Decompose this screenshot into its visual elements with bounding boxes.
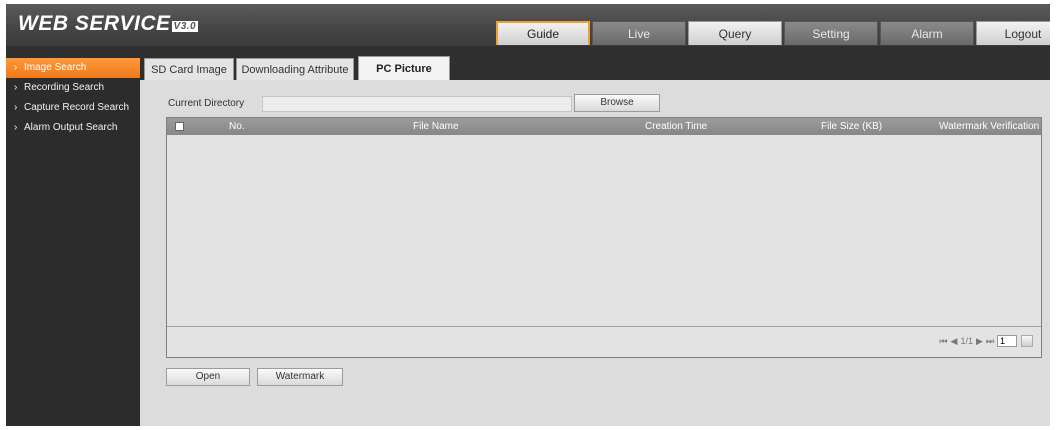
nav-guide[interactable]: Guide	[496, 21, 590, 45]
app-header: WEB SERVICE V3.0 Guide Live Query Setting…	[6, 4, 1050, 46]
sidebar-item-recording-search[interactable]: › Recording Search	[6, 78, 140, 98]
col-file-name: File Name	[413, 121, 459, 132]
open-button[interactable]: Open	[166, 368, 250, 386]
next-page-icon[interactable]: ▶	[976, 336, 983, 347]
sidebar-item-label: Recording Search	[24, 82, 105, 93]
select-all-checkbox[interactable]	[175, 122, 184, 131]
table-footer: ⏮ ◀ 1/1 ▶ ⏭	[167, 326, 1041, 357]
last-page-icon[interactable]: ⏭	[986, 336, 994, 347]
app-version: V3.0	[171, 21, 199, 32]
sidebar-item-label: Capture Record Search	[24, 102, 130, 113]
col-creation-time: Creation Time	[645, 121, 708, 132]
go-page-button[interactable]	[1021, 335, 1033, 347]
current-directory-label: Current Directory	[168, 98, 245, 109]
col-no: No.	[229, 121, 245, 132]
sidebar-item-label: Alarm Output Search	[24, 122, 118, 133]
nav-logout[interactable]: Logout	[976, 21, 1050, 45]
browse-button[interactable]: Browse	[574, 94, 660, 112]
pagination: ⏮ ◀ 1/1 ▶ ⏭	[939, 335, 1033, 347]
nav-alarm[interactable]: Alarm	[880, 21, 974, 45]
current-directory-field[interactable]	[262, 96, 572, 112]
col-file-size: File Size (KB)	[821, 121, 883, 132]
nav-live[interactable]: Live	[592, 21, 686, 45]
app-logo: WEB SERVICE V3.0	[18, 12, 199, 36]
nav-setting[interactable]: Setting	[784, 21, 878, 45]
chevron-right-icon: ›	[14, 82, 18, 93]
top-nav: Guide Live Query Setting Alarm Logout	[496, 21, 1050, 45]
chevron-right-icon: ›	[14, 62, 18, 73]
chevron-right-icon: ›	[14, 102, 18, 113]
sidebar-item-capture-record-search[interactable]: › Capture Record Search	[6, 98, 140, 118]
col-watermark-verification: Watermark Verification	[939, 121, 1040, 132]
sidebar-item-label: Image Search	[24, 62, 87, 73]
chevron-right-icon: ›	[14, 122, 18, 133]
prev-page-icon[interactable]: ◀	[951, 336, 958, 347]
watermark-button[interactable]: Watermark	[257, 368, 343, 386]
sidebar-item-alarm-output-search[interactable]: › Alarm Output Search	[6, 118, 140, 138]
web-service-window: WEB SERVICE V3.0 Guide Live Query Setting…	[6, 4, 1050, 426]
nav-query[interactable]: Query	[688, 21, 782, 45]
app-title: WEB SERVICE	[18, 12, 171, 35]
first-page-icon[interactable]: ⏮	[939, 336, 947, 347]
page-count: 1/1	[960, 336, 973, 346]
tab-pc-picture[interactable]: PC Picture	[358, 56, 450, 80]
tab-downloading-attribute[interactable]: Downloading Attribute	[236, 58, 354, 80]
table-header: No. File Name Creation Time File Size (K…	[167, 118, 1041, 135]
file-table: No. File Name Creation Time File Size (K…	[166, 117, 1042, 358]
sidebar-item-image-search[interactable]: › Image Search	[6, 58, 140, 78]
page-number-input[interactable]	[997, 335, 1017, 347]
sidebar: › Image Search › Recording Search › Capture…	[6, 58, 140, 426]
tab-sd-card-image[interactable]: SD Card Image	[144, 58, 234, 80]
